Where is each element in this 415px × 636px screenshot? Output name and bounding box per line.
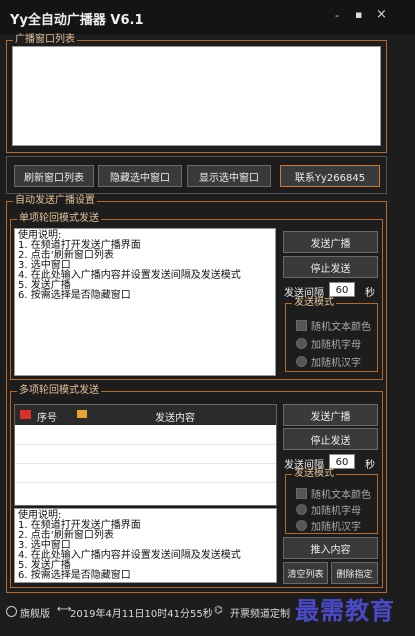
auto-send-settings-legend: 自动发送广播设置	[15, 195, 95, 206]
hide-selected-window-button[interactable]: 隐藏选中窗口	[98, 165, 182, 187]
content-icon	[77, 410, 87, 418]
radio-icon	[296, 356, 307, 367]
contact-button[interactable]: 联系Yy266845	[280, 165, 380, 187]
single-content-textarea[interactable]: 使用说明: 1. 在频道打开发送广播界面 2. 点击‘刷新窗口列表 3. 选中窗…	[14, 228, 276, 376]
multi-table-header: 序号 发送内容	[15, 405, 276, 425]
checkbox-icon	[296, 488, 307, 499]
single-random-hanzi-label: 加随机汉字	[311, 358, 361, 369]
channel-icon: ⌬	[214, 605, 223, 616]
multi-random-hanzi-label: 加随机汉字	[311, 522, 361, 533]
app-window: Yy全自动广播器 V6.1 - ▪ × 广播窗口列表 刷新窗口列表 隐藏选中窗口…	[0, 0, 415, 636]
multi-stop-button[interactable]: 停止发送	[283, 428, 378, 450]
single-random-color-checkbox[interactable]: 随机文本颜色	[296, 318, 371, 333]
window-title: Yy全自动广播器 V6.1	[10, 13, 144, 28]
single-interval-unit: 秒	[365, 288, 375, 299]
datetime-label: 2019年4月11日10时41分55秒	[70, 609, 213, 620]
table-row	[15, 482, 276, 483]
single-send-button[interactable]: 发送广播	[283, 231, 378, 253]
single-mode-legend: 发送模式	[294, 297, 334, 308]
multi-content-textarea[interactable]: 使用说明: 1. 在频道打开发送广播界面 2. 点击‘刷新窗口列表 3. 选中窗…	[14, 508, 277, 583]
multi-random-hanzi-radio[interactable]: 加随机汉字	[296, 518, 361, 533]
maximize-button[interactable]: ▪	[355, 8, 362, 21]
close-button[interactable]: ×	[376, 7, 387, 22]
single-random-letters-label: 加随机字母	[311, 340, 361, 351]
radio-icon	[296, 520, 307, 531]
multi-send-button[interactable]: 发送广播	[283, 404, 378, 426]
edition-label: 旗舰版	[20, 609, 50, 620]
title-bar[interactable]: Yy全自动广播器 V6.1 - ▪ ×	[0, 0, 415, 34]
minimize-button[interactable]: -	[335, 9, 339, 22]
refresh-window-list-button[interactable]: 刷新窗口列表	[14, 165, 94, 187]
multi-random-color-checkbox[interactable]: 随机文本颜色	[296, 486, 371, 501]
show-selected-window-button[interactable]: 显示选中窗口	[187, 165, 271, 187]
multi-random-letters-radio[interactable]: 加随机字母	[296, 502, 361, 517]
multi-mode-legend: 发送模式	[294, 468, 334, 479]
table-row	[15, 463, 276, 464]
push-content-button[interactable]: 推入内容	[283, 537, 378, 559]
radio-icon	[296, 504, 307, 515]
single-stop-button[interactable]: 停止发送	[283, 256, 378, 278]
broadcast-window-legend: 广播窗口列表	[15, 34, 75, 45]
single-random-color-label: 随机文本颜色	[311, 322, 371, 333]
checkbox-icon	[296, 320, 307, 331]
single-random-letters-radio[interactable]: 加随机字母	[296, 336, 361, 351]
clear-list-button[interactable]: 清空列表	[283, 562, 328, 584]
multi-random-color-label: 随机文本颜色	[311, 490, 371, 501]
channel-label: 开票频道定制	[230, 609, 290, 620]
multi-random-letters-label: 加随机字母	[311, 506, 361, 517]
single-random-hanzi-radio[interactable]: 加随机汉字	[296, 354, 361, 369]
edition-icon	[6, 606, 17, 617]
watermark-logo: 最需教育	[295, 596, 395, 625]
delete-selected-button[interactable]: 删除指定	[331, 562, 378, 584]
multi-loop-legend: 多项轮回模式发送	[19, 385, 99, 396]
single-loop-legend: 单项轮回模式发送	[19, 213, 99, 224]
radio-icon	[296, 338, 307, 349]
col-seq-header[interactable]: 序号	[37, 409, 57, 424]
col-content-header[interactable]: 发送内容	[155, 409, 195, 424]
multi-interval-input[interactable]: 60	[329, 454, 355, 469]
single-interval-input[interactable]: 60	[329, 282, 355, 297]
table-row	[15, 444, 276, 445]
broadcast-window-list[interactable]	[12, 46, 381, 146]
list-icon	[20, 410, 31, 419]
